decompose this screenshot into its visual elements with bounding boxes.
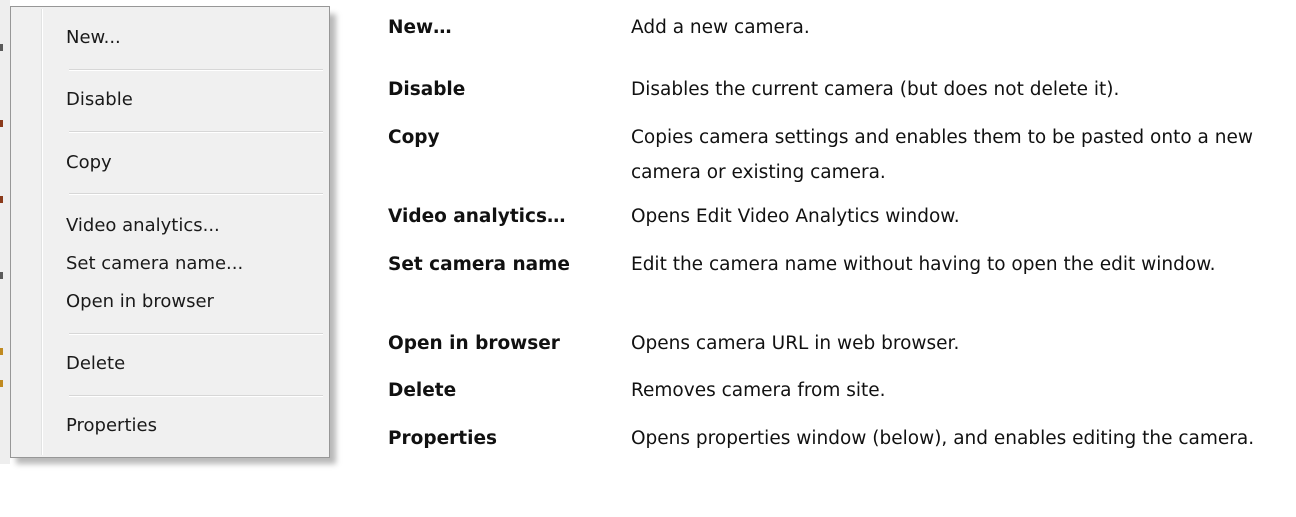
menu-separator (69, 395, 323, 397)
menu-item-delete[interactable]: Delete (66, 349, 316, 379)
definition: Edit the camera name without having to o… (631, 254, 1216, 275)
menu-separator (69, 193, 323, 195)
context-menu-screenshot: New... Disable Copy Video analytics... S… (0, 0, 340, 468)
menu-separator (69, 333, 323, 335)
definition: Opens properties window (below), and ena… (631, 428, 1255, 449)
term: Video analytics… (388, 206, 566, 227)
menu-item-properties[interactable]: Properties (66, 411, 316, 441)
background-window-edge (0, 0, 10, 464)
menu-separator (69, 69, 323, 71)
definition: Copies camera settings and enables them … (631, 127, 1253, 183)
menu-item-open-in-browser[interactable]: Open in browser (66, 287, 316, 317)
definition: Add a new camera. (631, 17, 810, 38)
definition: Opens Edit Video Analytics window. (631, 206, 960, 227)
definition: Removes camera from site. (631, 380, 886, 401)
term: Set camera name (388, 254, 570, 275)
term: Open in browser (388, 333, 560, 354)
term: Copy (388, 127, 440, 148)
term: Properties (388, 428, 498, 449)
term: Delete (388, 380, 457, 401)
term: New… (388, 17, 452, 38)
menu-item-new[interactable]: New... (66, 23, 316, 53)
menu-gutter (41, 9, 43, 455)
menu-item-copy[interactable]: Copy (66, 148, 316, 178)
menu-item-video-analytics[interactable]: Video analytics... (66, 211, 316, 241)
context-menu: New... Disable Copy Video analytics... S… (10, 6, 330, 458)
definition: Opens camera URL in web browser. (631, 333, 960, 354)
term: Disable (388, 79, 466, 100)
menu-separator (69, 131, 323, 133)
menu-item-set-camera-name[interactable]: Set camera name... (66, 249, 316, 279)
definition: Disables the current camera (but does no… (631, 79, 1120, 100)
menu-item-disable[interactable]: Disable (66, 85, 316, 115)
